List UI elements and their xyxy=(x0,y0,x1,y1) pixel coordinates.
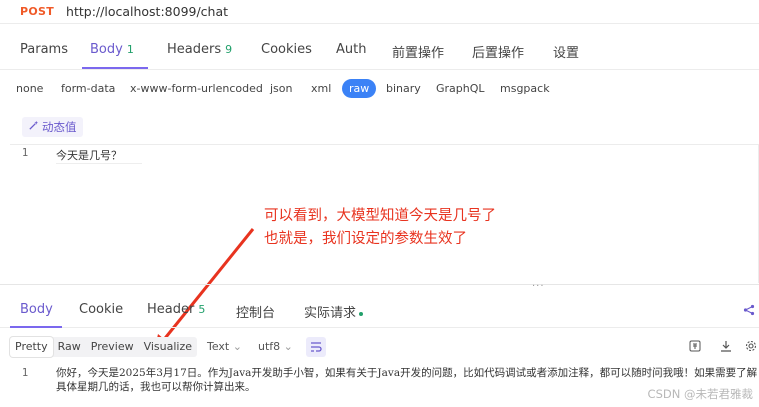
status-dot xyxy=(359,311,364,316)
response-header-count: 5 xyxy=(198,303,206,316)
response-tab-header[interactable]: Header 5 xyxy=(147,302,205,317)
wrap-lines-button[interactable] xyxy=(306,337,326,357)
response-tab-console[interactable]: 控制台 xyxy=(236,302,275,321)
view-mode-selector: Pretty Raw Preview Visualize xyxy=(10,337,198,357)
view-mode-pretty[interactable]: Pretty xyxy=(10,337,53,357)
share-icon[interactable] xyxy=(743,304,755,316)
response-tab-actual-request[interactable]: 实际请求 xyxy=(304,302,364,321)
response-toolbar: Pretty Raw Preview Visualize Text ⌄ utf8… xyxy=(0,334,759,360)
encoding-dropdown[interactable]: utf8 ⌄ xyxy=(258,340,293,353)
wrap-lines-icon xyxy=(311,342,322,352)
panel-splitter[interactable]: ··· xyxy=(0,281,759,292)
response-tabs: Body Cookie Header 5 控制台 实际请求 xyxy=(0,296,759,328)
response-active-tab-indicator xyxy=(10,326,62,328)
format-dropdown[interactable]: Text ⌄ xyxy=(207,340,242,353)
download-icon[interactable] xyxy=(720,340,732,352)
response-tab-cookie[interactable]: Cookie xyxy=(79,302,123,317)
splitter-handle[interactable]: ··· xyxy=(532,281,545,292)
chevron-down-icon: ⌄ xyxy=(283,340,293,353)
watermark: CSDN @未若君雅裁 xyxy=(647,387,753,401)
view-mode-preview[interactable]: Preview xyxy=(86,337,139,357)
response-tab-body[interactable]: Body xyxy=(20,302,53,317)
view-mode-visualize[interactable]: Visualize xyxy=(139,337,197,357)
copy-icon[interactable] xyxy=(689,340,701,352)
response-line-number: 1 xyxy=(21,367,29,379)
settings-icon[interactable] xyxy=(745,340,757,352)
chevron-down-icon: ⌄ xyxy=(232,340,242,353)
view-mode-raw[interactable]: Raw xyxy=(53,337,86,357)
